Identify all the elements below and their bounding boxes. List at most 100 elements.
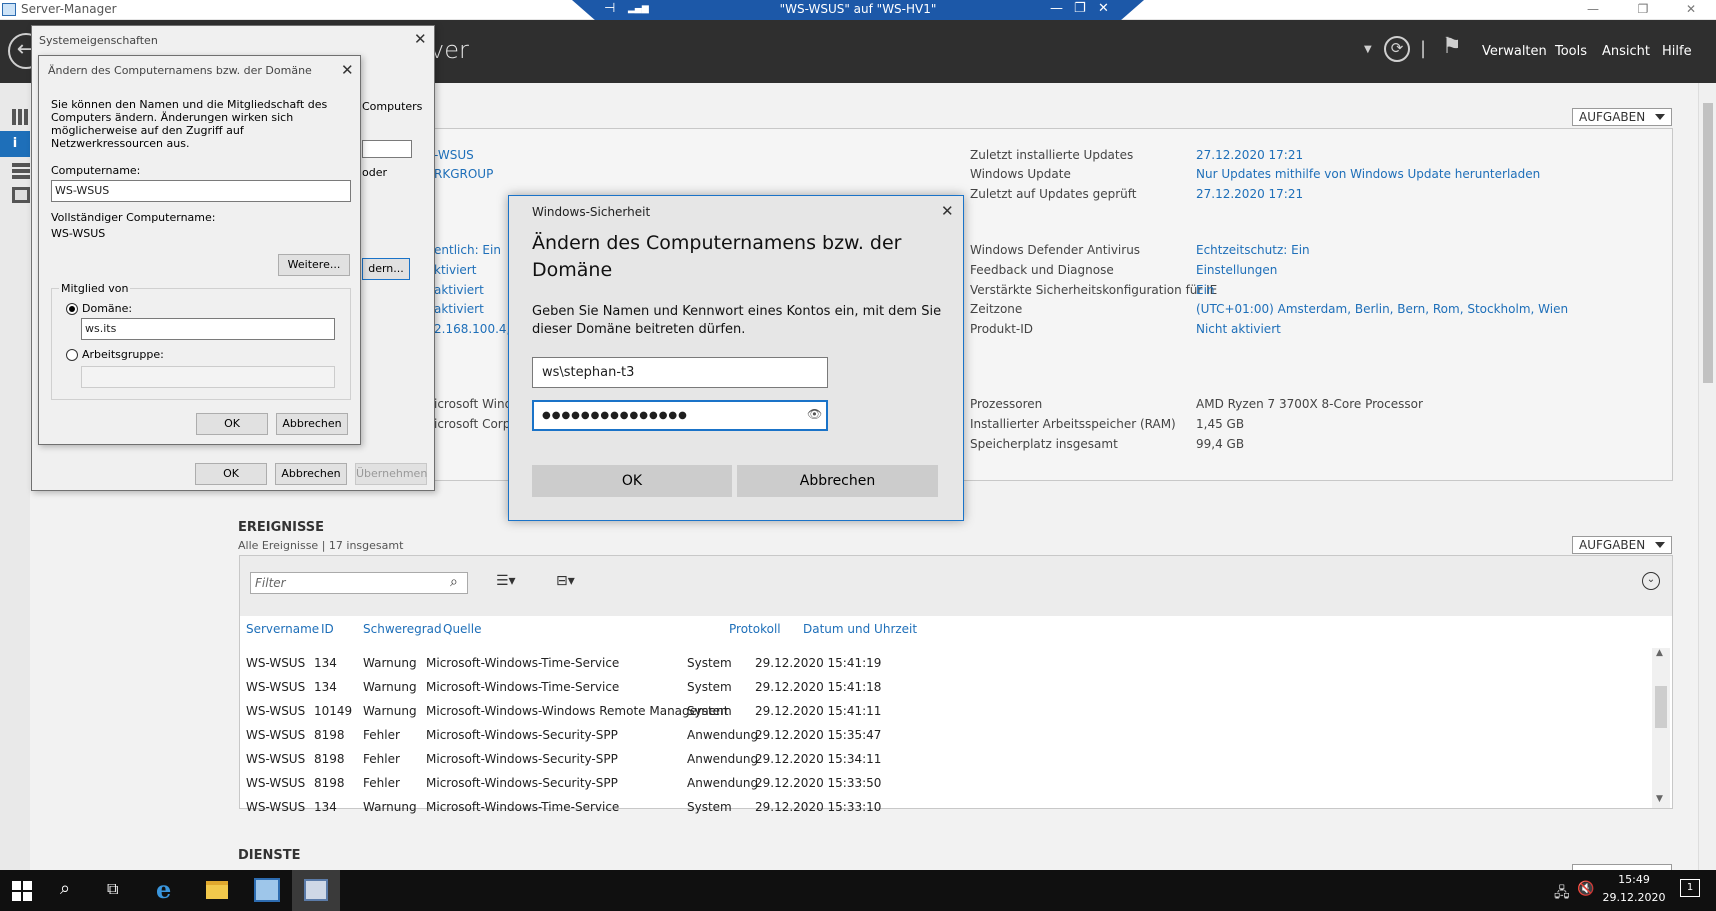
description-input[interactable] xyxy=(362,140,412,158)
menu-tools[interactable]: Tools xyxy=(1555,44,1587,59)
cancel-button[interactable]: Abbrechen xyxy=(276,413,348,435)
volume-muted-icon[interactable]: 🔇 xyxy=(1577,881,1594,897)
table-row[interactable]: WS-WSUS 134 Warnung Microsoft-Windows-Time-… xyxy=(240,797,1650,819)
table-row[interactable]: WS-WSUS 8198 Fehler Microsoft-Windows-Secur… xyxy=(240,749,1650,771)
col-source[interactable]: Quelle xyxy=(443,622,481,636)
domain-input[interactable]: ws.its xyxy=(81,318,335,340)
prop-value-link[interactable]: 27.12.2020 17:21 xyxy=(1196,148,1303,162)
rdp-close-icon[interactable]: ✕ xyxy=(1098,1,1109,16)
dialog-title: Systemeigenschaften xyxy=(39,34,158,47)
prop-value-link[interactable]: 27.12.2020 17:21 xyxy=(1196,187,1303,201)
remote-mgmt-link[interactable]: ktiviert xyxy=(434,263,476,277)
prop-value-link[interactable]: Einstellungen xyxy=(1196,263,1277,277)
rdp-restore-icon[interactable]: ❐ xyxy=(1074,1,1086,16)
scroll-down-icon[interactable]: ▼ xyxy=(1656,794,1663,804)
prop-label: Feedback und Diagnose xyxy=(970,263,1114,277)
properties-tasks-dropdown[interactable]: AUFGABEN xyxy=(1572,108,1672,126)
col-servername[interactable]: Servername xyxy=(246,622,319,636)
col-id[interactable]: ID xyxy=(321,622,334,636)
server-manager-icon[interactable] xyxy=(254,878,280,902)
close-icon[interactable]: ✕ xyxy=(341,61,354,79)
table-row[interactable]: WS-WSUS 134 Warnung Microsoft-Windows-Time-… xyxy=(240,653,1650,675)
close-button[interactable]: ✕ xyxy=(1668,0,1714,20)
menu-ansicht[interactable]: Ansicht xyxy=(1602,44,1650,59)
cell-source: Microsoft-Windows-Security-SPP xyxy=(426,776,618,790)
prop-value-link[interactable]: Nicht aktiviert xyxy=(1196,322,1281,336)
ok-button[interactable]: OK xyxy=(532,465,732,497)
flag-icon[interactable]: ⚑ xyxy=(1442,34,1462,59)
start-icon[interactable] xyxy=(12,881,32,901)
cell-severity: Fehler xyxy=(363,728,400,742)
events-tasks-dropdown[interactable]: AUFGABEN xyxy=(1572,536,1672,554)
scrollbar-thumb[interactable] xyxy=(1703,103,1713,383)
scrollbar-thumb[interactable] xyxy=(1655,686,1667,728)
prop-label: Zeitzone xyxy=(970,302,1023,316)
cell-severity: Fehler xyxy=(363,752,400,766)
close-icon[interactable]: ✕ xyxy=(941,202,954,220)
nic-teaming-link[interactable]: aktiviert xyxy=(434,302,484,316)
prop-value-link[interactable]: (UTC+01:00) Amsterdam, Berlin, Bern, Rom… xyxy=(1196,302,1568,316)
rdp-minimize-icon[interactable]: — xyxy=(1050,1,1063,16)
prop-value-link[interactable]: Nur Updates mithilfe von Windows Update … xyxy=(1196,167,1540,181)
change-button[interactable]: dern... xyxy=(362,258,410,280)
main-scrollbar[interactable] xyxy=(1698,83,1716,870)
network-icon[interactable]: 🖧 xyxy=(1554,882,1570,906)
reveal-password-icon[interactable]: 👁 xyxy=(807,407,822,421)
col-log[interactable]: Protokoll xyxy=(729,622,781,636)
cancel-button[interactable]: Abbrechen xyxy=(275,463,347,485)
clock-date[interactable]: 29.12.2020 xyxy=(1600,891,1668,904)
workgroup-link[interactable]: RKGROUP xyxy=(434,167,493,181)
prop-value-link[interactable]: Ein xyxy=(1196,283,1215,297)
table-row[interactable]: WS-WSUS 8198 Fehler Microsoft-Windows-Secur… xyxy=(240,725,1650,747)
dashboard-icon[interactable] xyxy=(12,109,30,125)
filter-input[interactable]: Filter xyxy=(250,572,468,594)
refresh-icon[interactable]: ⟳ xyxy=(1384,36,1410,62)
file-storage-icon[interactable] xyxy=(12,187,30,203)
username-input[interactable]: ws\stephan-t3 xyxy=(532,357,828,388)
cell-servername: WS-WSUS xyxy=(246,656,306,670)
local-server-icon[interactable]: i xyxy=(0,131,30,157)
col-severity[interactable]: Schweregrad xyxy=(363,622,442,636)
table-row[interactable]: WS-WSUS 10149 Warnung Microsoft-Windows-Win… xyxy=(240,701,1650,723)
active-app-highlight[interactable] xyxy=(292,870,340,911)
table-row[interactable]: WS-WSUS 134 Warnung Microsoft-Windows-Time-… xyxy=(240,677,1650,699)
security-message: Geben Sie Namen und Kennwort eines Konto… xyxy=(532,304,942,337)
workgroup-label: Arbeitsgruppe: xyxy=(82,348,164,361)
ok-button[interactable]: OK xyxy=(196,413,268,435)
workgroup-input[interactable] xyxy=(81,366,335,388)
notifications-icon[interactable]: 1 xyxy=(1680,879,1700,897)
restore-button[interactable]: ❐ xyxy=(1620,0,1666,20)
search-icon[interactable]: ⌕ xyxy=(60,878,70,899)
cell-id: 8198 xyxy=(314,728,345,742)
remote-desktop-link[interactable]: aktiviert xyxy=(434,283,484,297)
clock-time[interactable]: 15:49 xyxy=(1604,873,1664,886)
all-servers-icon[interactable] xyxy=(12,163,30,179)
events-scrollbar[interactable]: ▲ ▼ xyxy=(1652,648,1670,808)
dropdown-arrow-icon[interactable]: ▼ xyxy=(1364,44,1372,55)
save-query-icon[interactable]: ⊟▾ xyxy=(556,573,575,589)
apply-button[interactable]: Übernehmen xyxy=(355,463,427,485)
menu-verwalten[interactable]: Verwalten xyxy=(1482,44,1547,59)
table-row[interactable]: WS-WSUS 8198 Fehler Microsoft-Windows-Secur… xyxy=(240,773,1650,795)
close-icon[interactable]: ✕ xyxy=(414,30,427,48)
col-datetime[interactable]: Datum und Uhrzeit xyxy=(803,622,917,636)
menu-hilfe[interactable]: Hilfe xyxy=(1662,44,1692,59)
workgroup-radio[interactable] xyxy=(66,349,78,361)
more-button[interactable]: Weitere... xyxy=(278,254,350,276)
file-explorer-icon[interactable] xyxy=(206,881,228,899)
computer-name-link[interactable]: -WSUS xyxy=(434,148,474,162)
list-view-icon[interactable]: ☰▾ xyxy=(496,573,516,589)
scroll-up-icon[interactable]: ▲ xyxy=(1656,648,1663,658)
cancel-button[interactable]: Abbrechen xyxy=(737,465,938,497)
minimize-button[interactable]: — xyxy=(1570,0,1616,20)
task-view-icon[interactable]: ⧉ xyxy=(107,879,118,899)
password-input[interactable]: ●●●●●●●●●●●●●●● xyxy=(532,400,828,431)
ok-button[interactable]: OK xyxy=(195,463,267,485)
internet-explorer-icon[interactable]: e xyxy=(156,875,171,904)
expand-icon[interactable]: ⌄ xyxy=(1642,572,1660,590)
firewall-link[interactable]: entlich: Ein xyxy=(434,243,501,257)
prop-value-link[interactable]: Echtzeitschutz: Ein xyxy=(1196,243,1310,257)
computername-input[interactable]: WS-WSUS xyxy=(51,180,351,202)
search-icon[interactable]: ⌕ xyxy=(450,574,458,590)
domain-radio[interactable] xyxy=(66,303,78,315)
